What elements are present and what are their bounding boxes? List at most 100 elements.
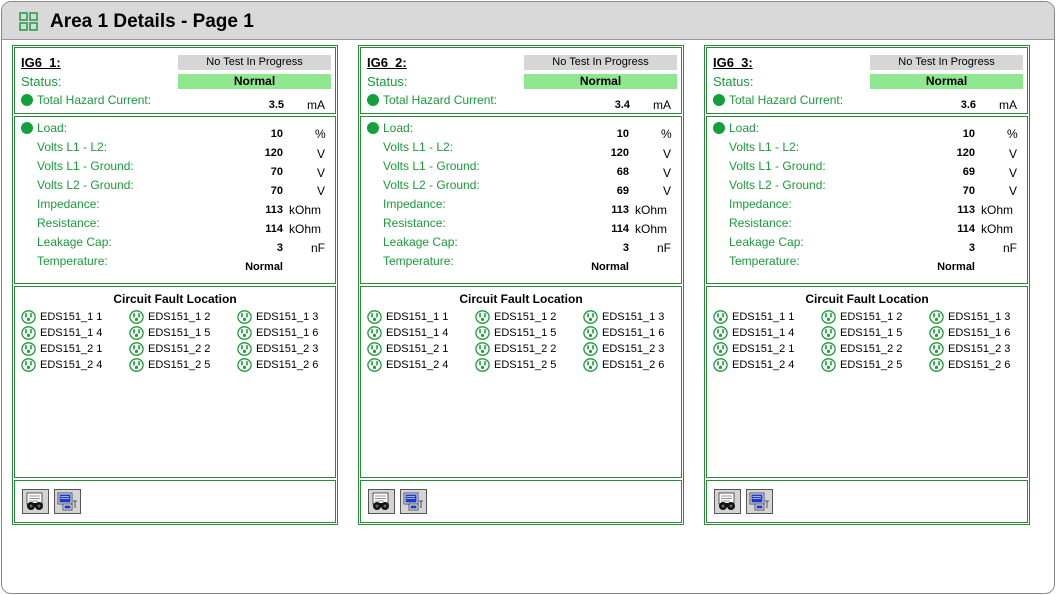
impedance-value: 113 xyxy=(957,204,975,216)
circuit-label: EDS151_1 5 xyxy=(148,327,211,339)
binoculars-icon xyxy=(26,492,43,510)
temperature-label: Temperature: xyxy=(37,254,108,268)
load-label: Load: xyxy=(729,121,760,135)
outlet-icon xyxy=(929,310,944,324)
computer-icon xyxy=(749,492,769,511)
load-value: 10 xyxy=(270,128,283,140)
test-status-box: No Test In Progress xyxy=(178,55,331,70)
outlet-icon xyxy=(21,310,36,324)
volts-l2-ground-label: Volts L2 - Ground: xyxy=(729,178,826,192)
circuit-label: EDS151_1 3 xyxy=(948,311,1011,323)
circuit-label: EDS151_1 6 xyxy=(256,327,319,339)
outlet-icon xyxy=(475,358,490,372)
circuit-label: EDS151_2 6 xyxy=(602,359,665,371)
outlet-icon xyxy=(237,342,252,356)
outlet-icon xyxy=(129,358,144,372)
volts-unit: V xyxy=(663,147,672,161)
impedance-value: 113 xyxy=(265,204,283,216)
circuit-label: EDS151_2 1 xyxy=(386,343,449,355)
title-bar: Area 1 Details - Page 1 xyxy=(2,2,1054,40)
measurements-section: Load: 10 % Volts L1 - L2: 120 V Volts L1… xyxy=(706,116,1028,284)
summary-section: IG6_1: No Test In Progress Status: Norma… xyxy=(14,47,336,114)
impedance-label: Impedance: xyxy=(729,197,792,211)
total-hazard-current-value: 3.6 xyxy=(960,99,976,111)
volts-l1-ground-value: 69 xyxy=(962,166,975,178)
computer-icon xyxy=(57,492,77,511)
circuit-label: EDS151_2 5 xyxy=(840,359,903,371)
total-hazard-current-label: Total Hazard Current: xyxy=(729,93,844,107)
volts-l2-ground-label: Volts L2 - Ground: xyxy=(37,178,134,192)
volts-l1-l2-value: 120 xyxy=(610,147,629,159)
temperature-label: Temperature: xyxy=(383,254,454,268)
outlet-icon xyxy=(475,310,490,324)
binoculars-button[interactable] xyxy=(368,489,395,514)
load-unit: % xyxy=(661,127,672,141)
current-unit: mA xyxy=(999,98,1017,112)
circuit-label: EDS151_1 5 xyxy=(840,327,903,339)
circuit-label: EDS151_1 6 xyxy=(602,327,665,339)
outlet-icon xyxy=(475,326,490,340)
outlet-icon xyxy=(929,358,944,372)
computer-button[interactable] xyxy=(400,489,427,514)
circuit-fault-section: Circuit Fault Location EDS151_1 1 EDS151_… xyxy=(360,286,682,478)
circuit-label: EDS151_2 2 xyxy=(148,343,211,355)
circuit-label: EDS151_1 1 xyxy=(732,311,795,323)
summary-section: IG6_3: No Test In Progress Status: Norma… xyxy=(706,47,1028,114)
binoculars-button[interactable] xyxy=(714,489,741,514)
leakage-cap-value: 3 xyxy=(968,242,975,254)
impedance-value: 113 xyxy=(611,204,629,216)
green-dot-icon xyxy=(367,94,379,106)
circuit-fault-location-title: Circuit Fault Location xyxy=(805,292,929,306)
outlet-icon xyxy=(367,342,382,356)
circuit-label: EDS151_1 4 xyxy=(40,327,103,339)
cap-unit: nF xyxy=(311,241,326,255)
total-hazard-current-label: Total Hazard Current: xyxy=(37,93,152,107)
resistance-value: 114 xyxy=(265,223,283,235)
circuit-label: EDS151_1 4 xyxy=(732,327,795,339)
actions-section xyxy=(360,480,682,523)
ohm-unit: kOhm xyxy=(289,203,322,217)
status-badge: Normal xyxy=(178,74,331,89)
cap-unit: nF xyxy=(657,241,672,255)
circuit-fault-section: Circuit Fault Location EDS151_1 1 EDS151_… xyxy=(706,286,1028,478)
outlet-icon xyxy=(821,342,836,356)
outlet-icon xyxy=(821,326,836,340)
leakage-cap-label: Leakage Cap: xyxy=(729,235,804,249)
binoculars-button[interactable] xyxy=(22,489,49,514)
outlet-icon xyxy=(237,326,252,340)
computer-button[interactable] xyxy=(746,489,773,514)
circuit-label: EDS151_1 2 xyxy=(494,311,557,323)
status-label: Status: xyxy=(367,74,408,89)
circuit-label: EDS151_1 4 xyxy=(386,327,449,339)
outlet-icon xyxy=(237,358,252,372)
outlet-icon xyxy=(713,342,728,356)
outlet-icon xyxy=(583,342,598,356)
device-name[interactable]: IG6_2: xyxy=(367,55,407,70)
resistance-label: Resistance: xyxy=(37,216,100,230)
measurements-section: Load: 10 % Volts L1 - L2: 120 V Volts L1… xyxy=(14,116,336,284)
circuit-label: EDS151_1 2 xyxy=(840,311,903,323)
volts-unit: V xyxy=(317,166,326,180)
computer-icon xyxy=(403,492,423,511)
computer-button[interactable] xyxy=(54,489,81,514)
load-label: Load: xyxy=(383,121,414,135)
leakage-cap-label: Leakage Cap: xyxy=(37,235,112,249)
volts-l2-ground-value: 70 xyxy=(962,185,975,197)
device-name[interactable]: IG6_1: xyxy=(21,55,61,70)
circuit-fault-section: Circuit Fault Location EDS151_1 1 EDS151_… xyxy=(14,286,336,478)
window-title: Area 1 Details - Page 1 xyxy=(50,11,254,32)
volts-l2-ground-label: Volts L2 - Ground: xyxy=(383,178,480,192)
volts-l2-ground-value: 69 xyxy=(616,185,629,197)
green-dot-icon xyxy=(21,94,33,106)
resistance-label: Resistance: xyxy=(729,216,792,230)
device-name[interactable]: IG6_3: xyxy=(713,55,753,70)
green-dot-icon xyxy=(21,122,33,134)
volts-l1-ground-label: Volts L1 - Ground: xyxy=(37,159,134,173)
circuit-label: EDS151_1 3 xyxy=(256,311,319,323)
volts-l1-l2-value: 120 xyxy=(956,147,975,159)
volts-unit: V xyxy=(317,147,326,161)
green-dot-icon xyxy=(713,122,725,134)
volts-l1-ground-label: Volts L1 - Ground: xyxy=(729,159,826,173)
total-hazard-current-value: 3.5 xyxy=(268,99,284,111)
volts-l1-l2-label: Volts L1 - L2: xyxy=(729,140,800,154)
